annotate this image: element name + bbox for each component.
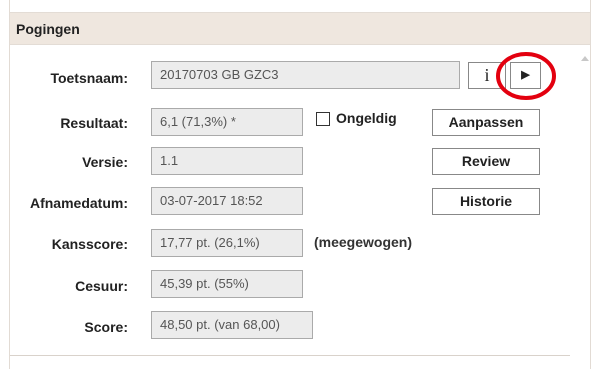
cesuur-label: Cesuur: [75, 278, 128, 294]
highlight-circle [496, 52, 556, 100]
review-button[interactable]: Review [432, 148, 540, 175]
resultaat-label: Resultaat: [60, 115, 128, 131]
panel-header: Pogingen [10, 12, 590, 45]
afnamedatum-label: Afnamedatum: [29, 195, 128, 211]
cesuur-field: 45,39 pt. (55%) [151, 270, 303, 298]
score-label: Score: [84, 319, 128, 335]
panel-title: Pogingen [16, 21, 80, 37]
ongeldig-label: Ongeldig [336, 110, 397, 126]
info-icon: i [484, 65, 490, 85]
toetsnaam-field: 20170703 GB GZC3 [151, 61, 460, 89]
divider [10, 355, 570, 356]
scroll-up-icon[interactable] [581, 56, 589, 61]
toetsnaam-label: Toetsnaam: [50, 70, 128, 86]
aanpassen-button[interactable]: Aanpassen [432, 109, 540, 136]
score-field: 48,50 pt. (van 68,00) [151, 311, 313, 339]
attempts-panel: Pogingen Toetsnaam: 20170703 GB GZC3 i ▶… [9, 0, 591, 369]
versie-label: Versie: [82, 154, 128, 170]
resultaat-field: 6,1 (71,3%) * [151, 108, 303, 136]
afnamedatum-field: 03-07-2017 18:52 [151, 187, 303, 215]
kansscore-label: Kansscore: [51, 236, 128, 252]
kansscore-field: 17,77 pt. (26,1%) [151, 229, 303, 257]
meegewogen-note: (meegewogen) [314, 234, 413, 250]
historie-button[interactable]: Historie [432, 188, 540, 215]
ongeldig-checkbox[interactable] [316, 112, 330, 126]
versie-field: 1.1 [151, 147, 303, 175]
